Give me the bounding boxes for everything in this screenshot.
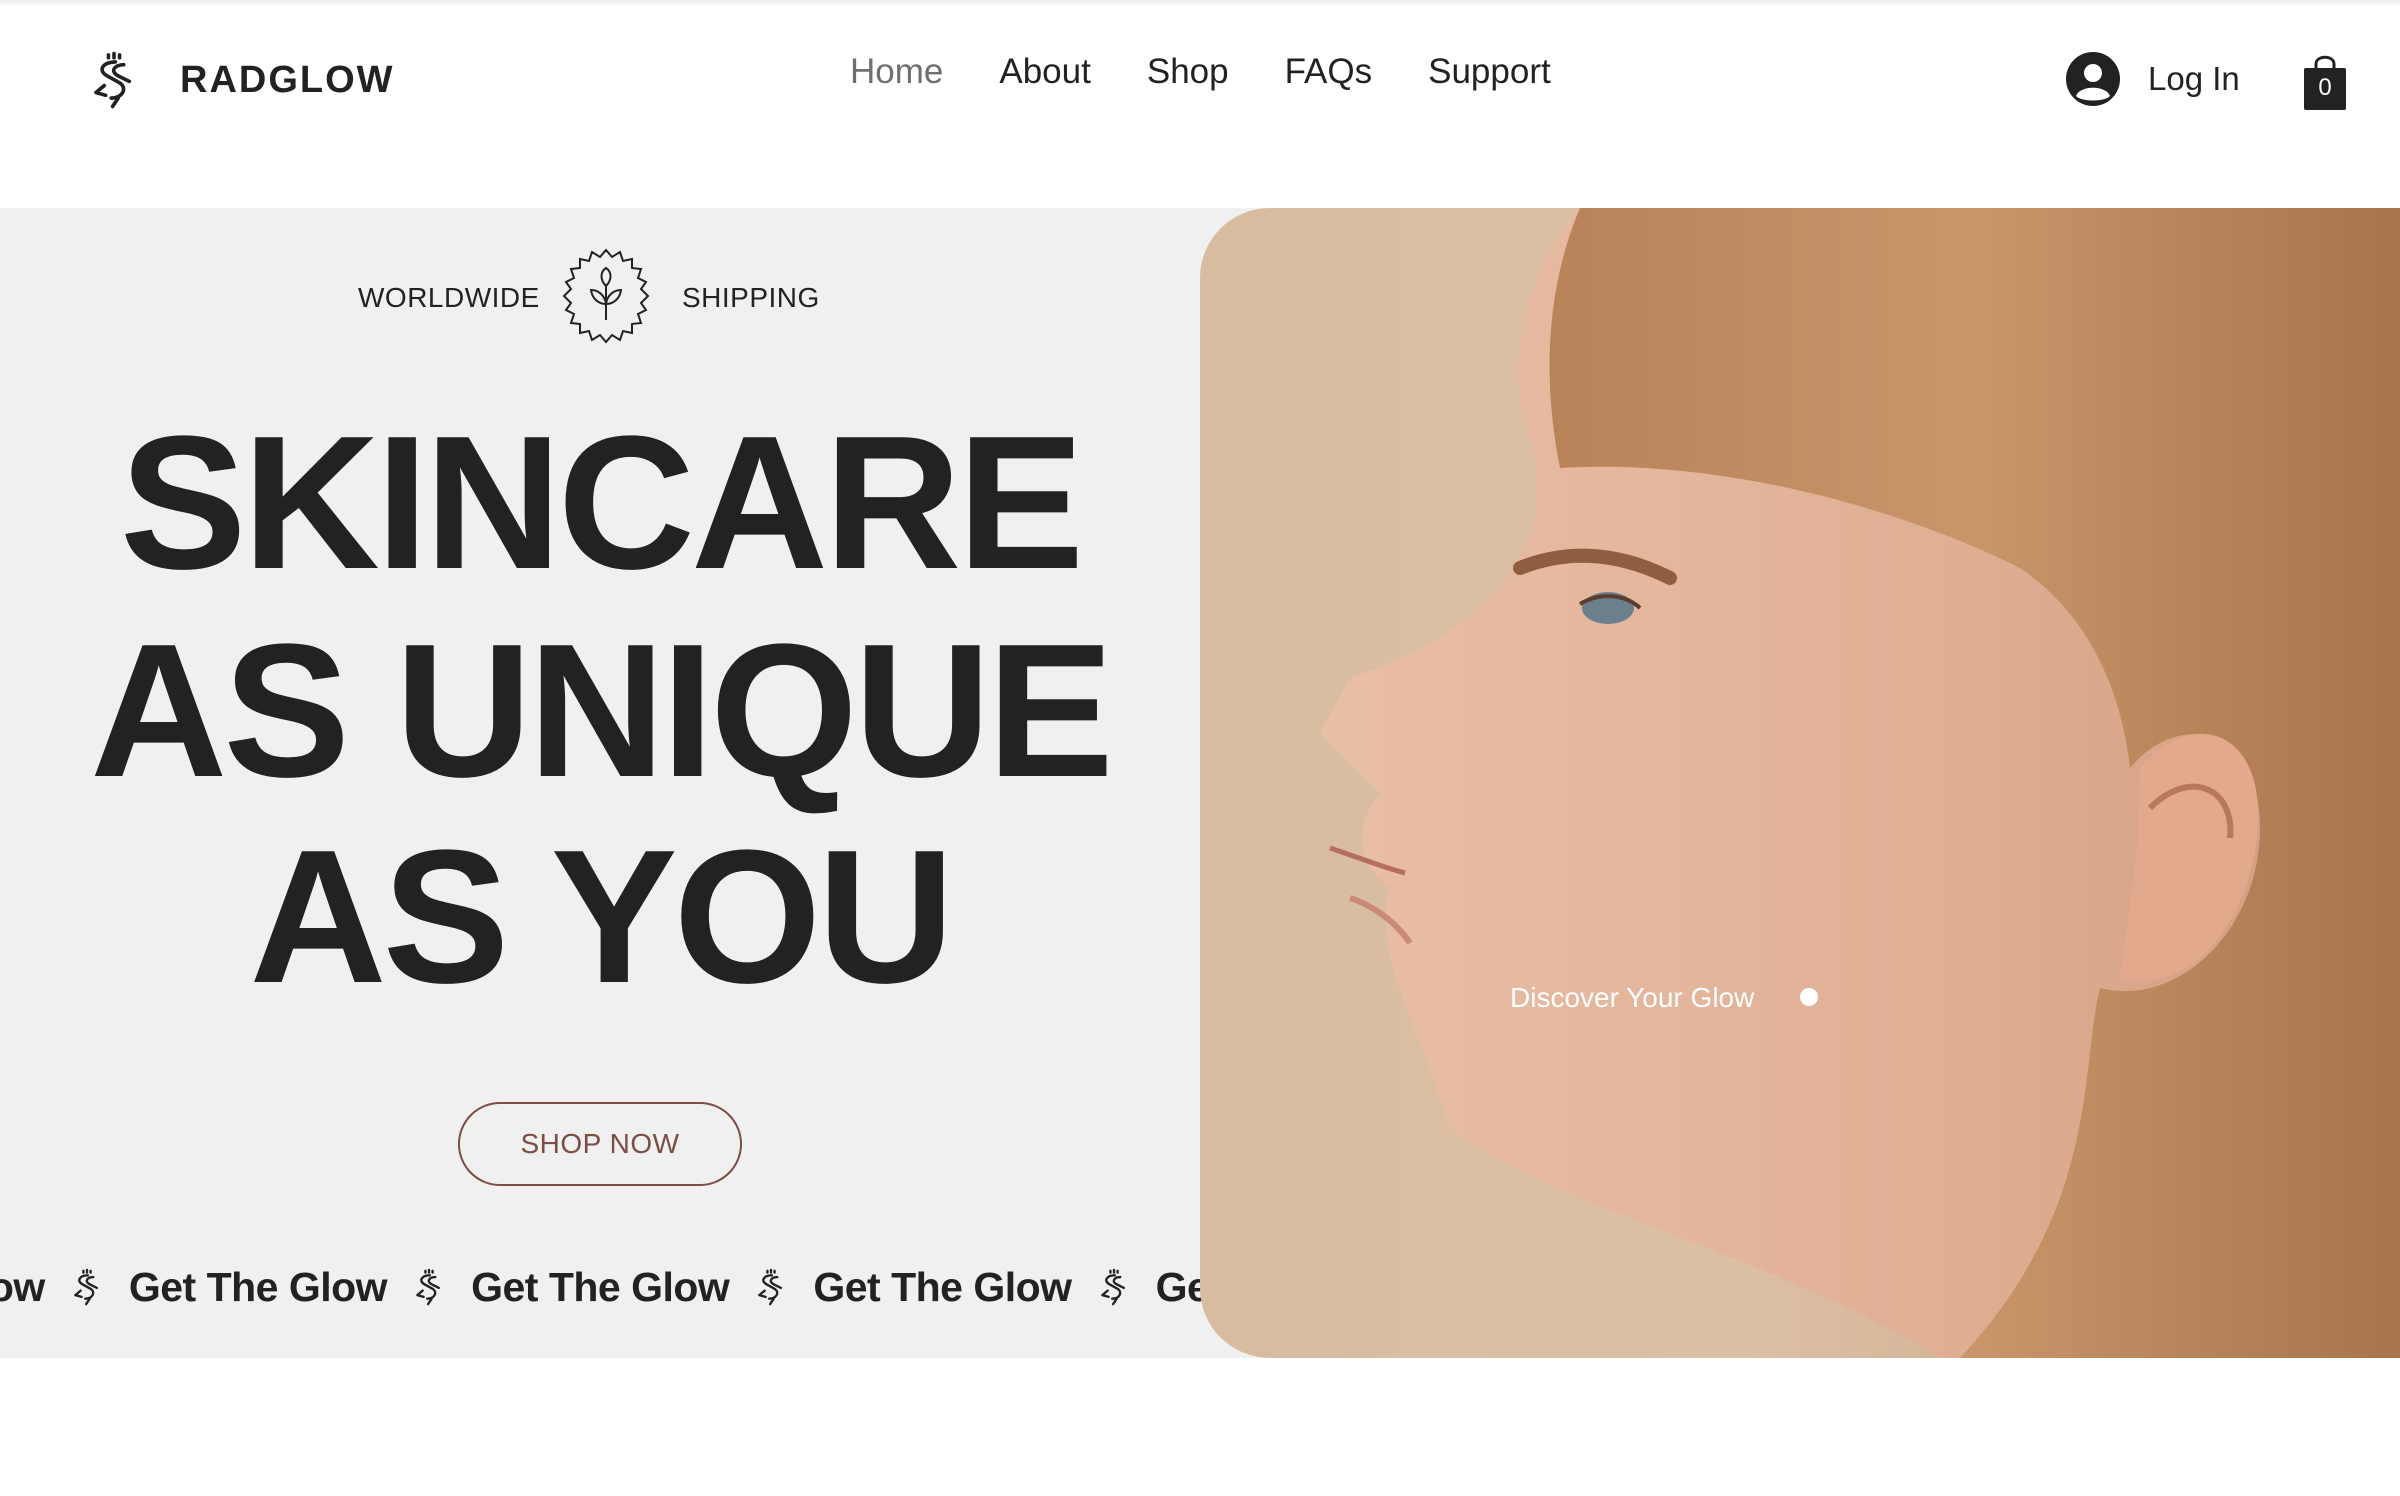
header-shadow [0, 0, 2400, 6]
radglow-mark-icon [69, 1266, 105, 1308]
discover-glow-link[interactable]: Discover Your Glow [1510, 982, 1754, 1014]
shipping-left-text: WORLDWIDE [358, 282, 540, 313]
nav-about[interactable]: About [999, 52, 1090, 92]
login-label: Log In [2148, 60, 2240, 97]
nav-shop[interactable]: Shop [1147, 52, 1229, 92]
main-nav: Home About Shop FAQs Support [850, 52, 1607, 92]
radglow-mark-icon [753, 1266, 789, 1308]
brand-logo[interactable]: RADGLOW [86, 48, 395, 112]
cart-button[interactable]: 0 [2302, 52, 2348, 112]
marquee-fragment-start: low [0, 1263, 45, 1310]
marquee-text: Get The Glow [471, 1263, 730, 1310]
brand-name: RADGLOW [180, 58, 395, 101]
nav-home[interactable]: Home [850, 52, 943, 92]
cart-count: 0 [2318, 74, 2332, 101]
nav-support[interactable]: Support [1428, 52, 1551, 92]
user-avatar-icon [2066, 52, 2120, 106]
site-header: RADGLOW Home About Shop FAQs Support Log… [0, 0, 2400, 208]
radglow-mark-icon [1096, 1266, 1132, 1308]
hero-section: WORLDWIDE SHIPPING SKINCARE AS UNIQUE AS… [0, 208, 2400, 1358]
model-profile-photo [1320, 208, 2400, 1358]
radglow-mark-icon [411, 1266, 447, 1308]
marquee-text: Get The Glow [813, 1263, 1072, 1310]
login-button[interactable]: Log In [2066, 52, 2240, 106]
headline-line-1: SKINCARE [119, 397, 1084, 609]
marquee-text: Get The Glow [128, 1263, 388, 1310]
nav-faqs[interactable]: FAQs [1285, 52, 1373, 92]
hero-text-panel: WORLDWIDE SHIPPING SKINCARE AS UNIQUE AS… [0, 208, 1210, 1358]
hero-image: Discover Your Glow [1200, 208, 2400, 1358]
leaf-seal-icon [562, 248, 650, 344]
headline-line-2: AS UNIQUE [90, 605, 1114, 817]
hotspot-dot[interactable] [1800, 988, 1818, 1006]
shipping-right-text: SHIPPING [682, 282, 820, 313]
headline-line-3: AS YOU [249, 811, 954, 1023]
radglow-logo-icon [86, 48, 142, 112]
shipping-banner: WORLDWIDE SHIPPING [0, 246, 1200, 346]
glow-marquee: low Get The Glow Get The Glow Get The Gl… [0, 1252, 1228, 1322]
shop-now-button[interactable]: SHOP NOW [458, 1102, 742, 1186]
